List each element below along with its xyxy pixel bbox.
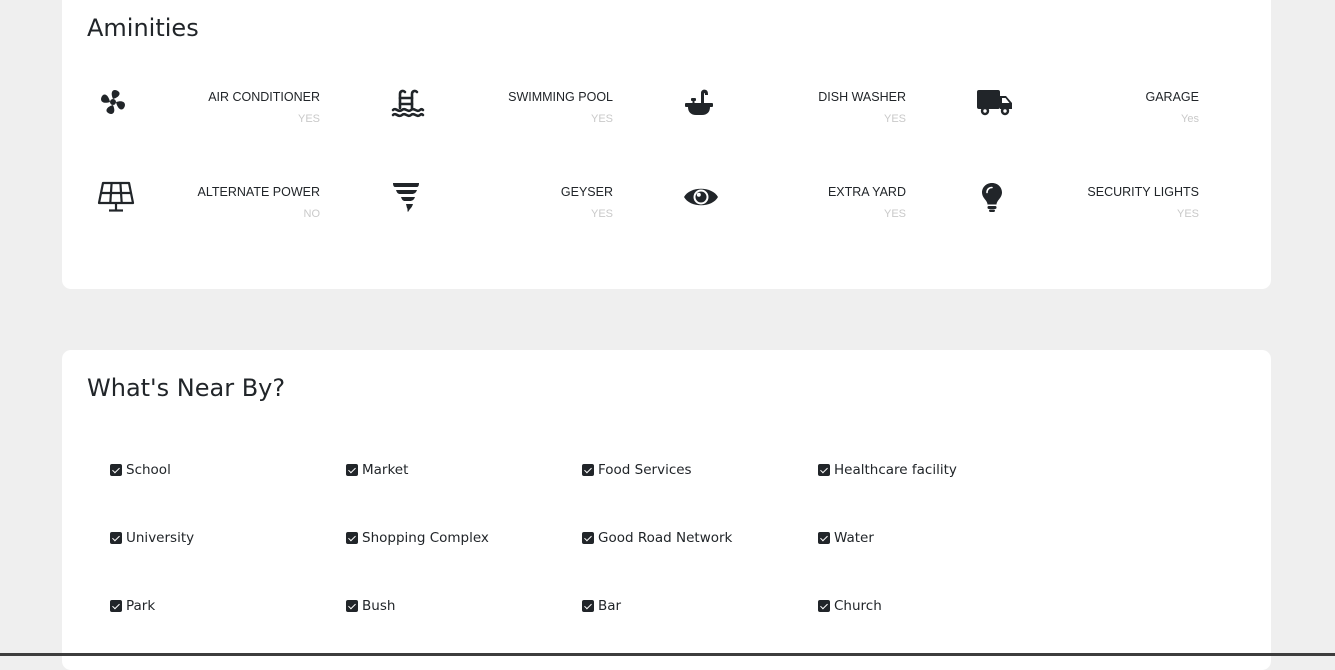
nearby-item: Bar — [582, 596, 621, 616]
amenity-value: YES — [590, 113, 613, 125]
nearby-item-label: Healthcare facility — [834, 462, 957, 478]
nearby-item: Park — [110, 596, 155, 616]
amenity-label: GARAGE — [1145, 90, 1200, 104]
amenity-extra-yard: EXTRA YARD YES — [683, 171, 906, 231]
nearby-item: Bush — [346, 596, 395, 616]
nearby-item-label: Park — [126, 598, 156, 614]
nearby-item: University — [110, 528, 194, 548]
amenities-row: ALTERNATE POWER NO GEYSER YES EXTRA YARD… — [87, 171, 1263, 266]
swimming-pool-icon — [390, 82, 430, 122]
amenity-dish-washer: DISH WASHER YES — [683, 76, 906, 136]
checkbox-checked-icon — [818, 600, 830, 612]
nearby-item-label: Food Services — [598, 462, 692, 478]
amenity-label: EXTRA YARD — [827, 185, 906, 199]
checkbox-checked-icon — [582, 532, 594, 544]
checkbox-checked-icon — [582, 464, 594, 476]
nearby-item-label: Bar — [598, 598, 622, 614]
amenity-value: YES — [1176, 208, 1199, 220]
amenities-row: AIR CONDITIONER YES SWIMMING POOL YES DI… — [87, 76, 1263, 171]
checkbox-checked-icon — [110, 464, 122, 476]
fan-icon — [97, 82, 137, 122]
nearby-item-label: Bush — [362, 598, 396, 614]
amenity-security-lights: SECURITY LIGHTS YES — [976, 171, 1199, 231]
nearby-item: Shopping Complex — [346, 528, 489, 548]
tornado-icon — [390, 177, 430, 217]
amenity-geyser: GEYSER YES — [390, 171, 613, 231]
amenity-value: YES — [883, 113, 906, 125]
amenity-swimming-pool: SWIMMING POOL YES — [390, 76, 613, 136]
lightbulb-icon — [976, 177, 1016, 217]
amenity-garage: GARAGE Yes — [976, 76, 1199, 136]
checkbox-checked-icon — [346, 532, 358, 544]
sink-icon — [683, 82, 723, 122]
amenity-label: GEYSER — [560, 185, 613, 199]
nearby-item-label: Water — [834, 530, 874, 546]
nearby-item: Church — [818, 596, 882, 616]
nearby-card: What's Near By? School Market Food Servi… — [62, 350, 1271, 670]
amenity-value: YES — [590, 208, 613, 220]
eye-icon — [683, 177, 723, 217]
nearby-item: Healthcare facility — [818, 460, 957, 480]
nearby-item: School — [110, 460, 171, 480]
nearby-item-label: Shopping Complex — [362, 530, 489, 546]
nearby-item: Good Road Network — [582, 528, 732, 548]
checkbox-checked-icon — [346, 464, 358, 476]
truck-icon — [976, 82, 1016, 122]
amenity-air-conditioner: AIR CONDITIONER YES — [97, 76, 320, 136]
checkbox-checked-icon — [346, 600, 358, 612]
nearby-item-label: Market — [362, 462, 409, 478]
amenities-title: Aminities — [87, 14, 199, 42]
amenity-label: DISH WASHER — [818, 90, 906, 104]
nearby-item: Market — [346, 460, 408, 480]
amenity-label: SECURITY LIGHTS — [1087, 185, 1199, 199]
nearby-title: What's Near By? — [87, 374, 286, 402]
nearby-item-label: Good Road Network — [598, 530, 733, 546]
nearby-row: School Market Food Services Healthcare f… — [110, 460, 1070, 528]
amenity-label: ALTERNATE POWER — [197, 185, 320, 199]
amenity-value: Yes — [1181, 113, 1199, 125]
nearby-item: Water — [818, 528, 874, 548]
nearby-item-label: Church — [834, 598, 882, 614]
amenities-grid: AIR CONDITIONER YES SWIMMING POOL YES DI… — [87, 76, 1263, 266]
solar-panel-icon — [97, 177, 137, 217]
nearby-row: University Shopping Complex Good Road Ne… — [110, 528, 1070, 596]
checkbox-checked-icon — [110, 532, 122, 544]
checkbox-checked-icon — [582, 600, 594, 612]
nearby-grid: School Market Food Services Healthcare f… — [110, 460, 1070, 664]
checkbox-checked-icon — [818, 464, 830, 476]
amenity-label: AIR CONDITIONER — [208, 90, 320, 104]
amenity-value: YES — [883, 208, 906, 220]
checkbox-checked-icon — [818, 532, 830, 544]
amenity-label: SWIMMING POOL — [508, 90, 613, 104]
nearby-item-label: University — [126, 530, 195, 546]
checkbox-checked-icon — [110, 600, 122, 612]
amenity-value: NO — [303, 208, 321, 220]
amenity-alternate-power: ALTERNATE POWER NO — [97, 171, 320, 231]
amenities-card: Aminities AIR CONDITIONER YES SWIMMING P… — [62, 0, 1271, 289]
amenity-value: YES — [297, 113, 320, 125]
nearby-item: Food Services — [582, 460, 692, 480]
nearby-item-label: School — [126, 462, 171, 478]
